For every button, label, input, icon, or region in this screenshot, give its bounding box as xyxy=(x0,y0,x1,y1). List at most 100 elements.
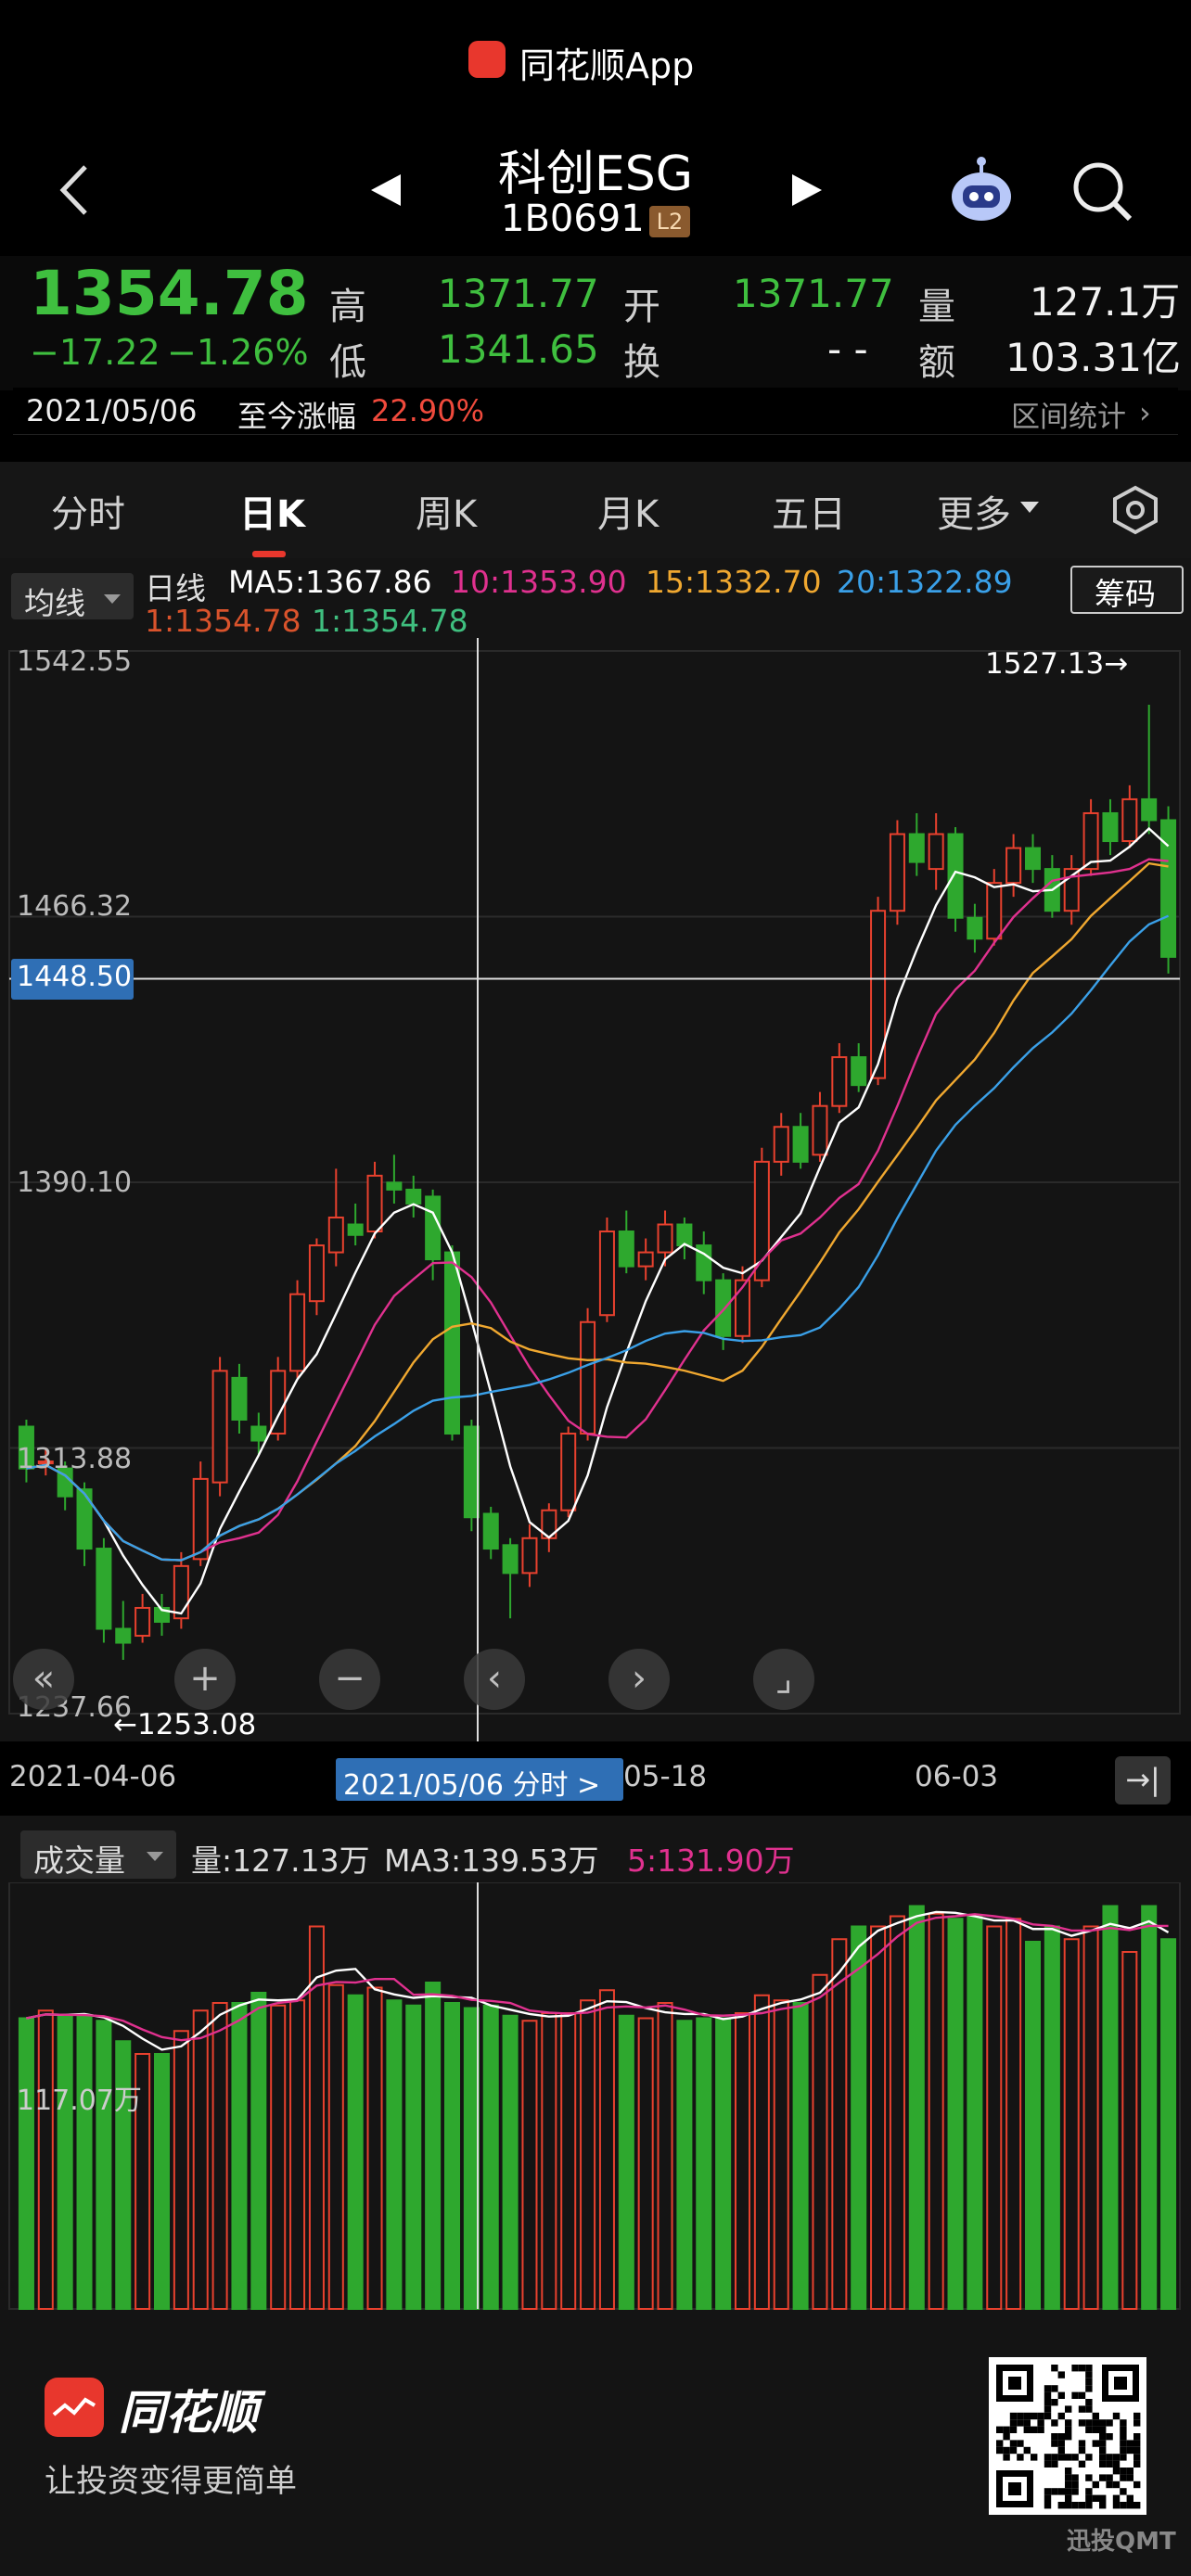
volume-bar xyxy=(366,1986,383,2310)
volume-value: 127.1万 xyxy=(1030,279,1181,325)
jump-to-latest-icon[interactable]: →| xyxy=(1115,1756,1171,1804)
candle-body xyxy=(250,1425,267,1442)
dropdown-arrow-icon xyxy=(147,1849,163,1867)
candle-body xyxy=(580,1320,596,1435)
price-change-pct: −1.26% xyxy=(167,332,309,373)
candle-body xyxy=(211,1370,228,1484)
candle-body xyxy=(928,833,944,871)
tab-monthly-k[interactable]: 月K xyxy=(597,484,659,538)
candle-body xyxy=(753,1160,770,1282)
volume-bar xyxy=(715,2017,732,2310)
volume-bar xyxy=(1121,1951,1138,2310)
volume-bar xyxy=(637,2017,654,2310)
price-axis-label: 1390.10 xyxy=(17,1167,133,1199)
price-change: −17.22 xyxy=(30,332,160,373)
candle-body xyxy=(676,1223,693,1247)
candle-body xyxy=(1121,797,1138,843)
fullscreen-icon[interactable]: ⌟ xyxy=(753,1649,814,1710)
volume-bar xyxy=(908,1905,925,2310)
app-name: 同花顺App xyxy=(519,45,695,86)
volume-bar xyxy=(96,2020,112,2310)
volume-chart[interactable] xyxy=(0,1882,1191,2318)
high-label: 高 xyxy=(329,286,366,328)
volume-bar xyxy=(967,1915,983,2310)
candle-body xyxy=(889,833,905,912)
candle-body xyxy=(1024,847,1042,871)
period-date: 2021/05/06 xyxy=(26,393,198,428)
volume-bar xyxy=(250,1992,267,2310)
volume-bar xyxy=(347,1994,364,2310)
search-icon[interactable] xyxy=(1070,159,1133,223)
tab-weekly-k[interactable]: 周K xyxy=(416,484,477,538)
candle-body xyxy=(463,1425,480,1519)
volume-bar xyxy=(928,1912,944,2310)
amount-label: 额 xyxy=(918,341,955,384)
candle-body xyxy=(986,882,1003,940)
legend-period: 日线 xyxy=(145,570,206,606)
candle-body xyxy=(618,1231,634,1268)
volume-bar xyxy=(598,1989,615,2310)
high-marker: 1527.13→ xyxy=(985,647,1129,681)
interval-stats-button[interactable]: 区间统计 xyxy=(1011,393,1126,435)
scroll-right-icon[interactable]: › xyxy=(608,1649,670,1710)
volume-bar xyxy=(405,2004,422,2310)
volume-bar xyxy=(211,2002,228,2310)
volume-bar xyxy=(831,1938,848,2310)
volume-bar xyxy=(1082,1925,1099,2310)
robot-assistant-icon[interactable] xyxy=(946,156,1017,226)
volume-bar xyxy=(173,2030,189,2310)
legend-ma5: MA5:1367.86 xyxy=(228,564,432,600)
volume-bar xyxy=(792,2002,809,2310)
volume-bar xyxy=(270,2004,287,2310)
volume-bar xyxy=(851,1925,867,2310)
legend-ma20: 20:1322.89 xyxy=(837,564,1013,600)
candle-body xyxy=(386,1181,403,1191)
volume-bar xyxy=(482,2004,499,2310)
tab-daily-k[interactable]: 日K xyxy=(239,484,305,538)
open-label: 开 xyxy=(623,286,660,328)
volume-bar xyxy=(425,1982,442,2310)
candle-body xyxy=(443,1251,461,1435)
tab-five-day[interactable]: 五日 xyxy=(772,484,846,538)
candlestick-chart[interactable] xyxy=(0,638,1191,1741)
volume-bar xyxy=(618,2014,634,2310)
settings-icon[interactable] xyxy=(1109,484,1161,536)
volume-bar xyxy=(947,1918,964,2310)
candle-body xyxy=(405,1188,422,1205)
scroll-left-icon[interactable]: ‹ xyxy=(464,1649,525,1710)
volume-axis-label: 117.07万 xyxy=(17,2085,142,2117)
candle-body xyxy=(347,1223,364,1236)
tab-intraday[interactable]: 分时 xyxy=(51,484,125,538)
candle-body xyxy=(560,1433,577,1511)
legend-ma10: 10:1353.90 xyxy=(451,564,627,600)
legend-ma1-b: 1:1354.78 xyxy=(312,603,468,639)
footer-brand: 同花顺 xyxy=(119,2386,258,2440)
chip-distribution-label: 筹码 xyxy=(1095,576,1156,612)
gain-label: 至今涨幅 xyxy=(237,399,357,434)
zoom-in-icon[interactable]: + xyxy=(174,1649,236,1710)
volume-bar xyxy=(153,2053,171,2310)
fast-back-icon[interactable]: « xyxy=(13,1649,74,1710)
candle-body xyxy=(657,1223,673,1254)
tab-more[interactable]: 更多 xyxy=(937,484,1011,538)
volume-bar xyxy=(18,2017,34,2310)
candle-body xyxy=(598,1231,615,1317)
candle-body xyxy=(812,1104,828,1156)
volume-bar xyxy=(1160,1938,1177,2310)
volume-bar xyxy=(696,2017,712,2310)
price-axis-label: 1313.88 xyxy=(17,1443,133,1475)
volume-bar xyxy=(580,1999,596,2310)
candle-body xyxy=(715,1279,732,1337)
watermark: 迅投QMT xyxy=(1067,2528,1176,2556)
zoom-out-icon[interactable]: − xyxy=(319,1649,380,1710)
volume-bar xyxy=(231,2002,248,2310)
legend-ma15: 15:1332.70 xyxy=(646,564,822,600)
ma15-line xyxy=(26,861,1169,1562)
low-value: 1341.65 xyxy=(438,326,599,372)
candle-body xyxy=(792,1126,809,1163)
level2-badge: L2 xyxy=(649,206,690,237)
amount-value: 103.31亿 xyxy=(1005,335,1181,380)
next-stock-icon[interactable] xyxy=(790,172,824,211)
legend-ma1-a: 1:1354.78 xyxy=(145,603,301,639)
candle-body xyxy=(308,1244,325,1303)
